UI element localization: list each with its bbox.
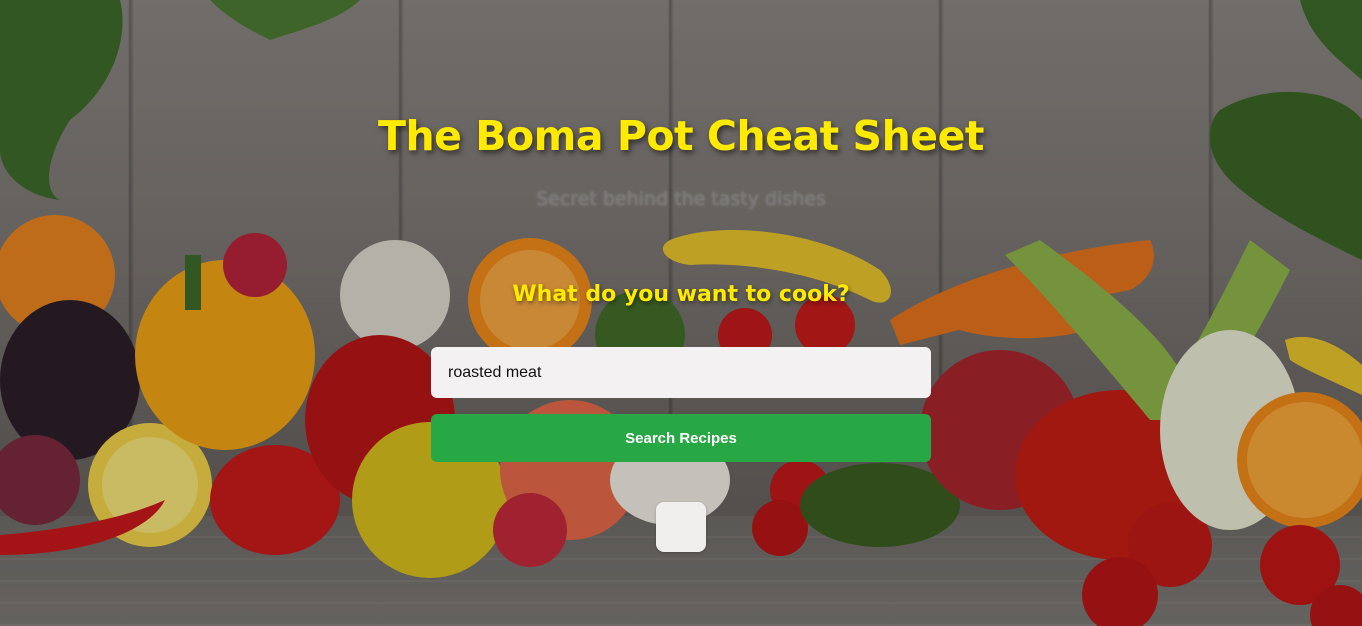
hero: The Boma Pot Cheat Sheet Secret behind t… bbox=[0, 0, 1362, 626]
page-subtitle: Secret behind the tasty dishes bbox=[536, 188, 826, 210]
search-input[interactable] bbox=[431, 347, 931, 398]
search-recipes-button[interactable]: Search Recipes bbox=[431, 414, 931, 462]
search-prompt: What do you want to cook? bbox=[512, 282, 850, 307]
results-container bbox=[656, 502, 706, 552]
page-title: The Boma Pot Cheat Sheet bbox=[378, 112, 984, 160]
